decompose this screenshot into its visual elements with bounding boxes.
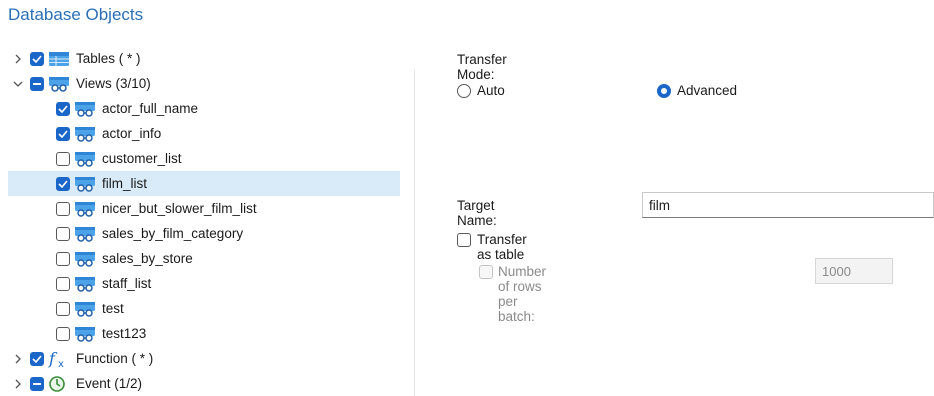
view-icon xyxy=(74,300,96,318)
target-name-input[interactable] xyxy=(642,192,934,218)
tree-node-views[interactable]: Views (3/10) xyxy=(12,71,392,96)
view-icon xyxy=(74,225,96,243)
view-icon xyxy=(74,325,96,343)
transfer-as-table-label[interactable]: Transfer as table xyxy=(477,232,527,262)
tree-node-event[interactable]: Event (1/2) xyxy=(12,371,392,396)
views-checkbox[interactable] xyxy=(30,76,44,91)
view-checkbox[interactable] xyxy=(56,101,70,116)
rows-per-batch-input[interactable] xyxy=(815,258,893,284)
view-checkbox[interactable] xyxy=(56,151,70,166)
view-checkbox[interactable] xyxy=(56,326,70,341)
target-name-label: Target Name: xyxy=(457,198,497,228)
view-item[interactable]: staff_list xyxy=(56,271,392,296)
view-item-label: film_list xyxy=(102,176,148,191)
tables-checkbox[interactable] xyxy=(30,51,44,66)
view-icon xyxy=(74,250,96,268)
view-icon xyxy=(74,175,96,193)
rows-per-batch-checkbox[interactable] xyxy=(479,265,493,279)
view-icon xyxy=(74,125,96,143)
advanced-radio-label[interactable]: Advanced xyxy=(677,83,737,98)
tree-node-label: Function ( * ) xyxy=(76,351,154,366)
view-item[interactable]: actor_full_name xyxy=(56,96,392,121)
view-icon xyxy=(74,200,96,218)
view-item[interactable]: sales_by_store xyxy=(56,246,392,271)
event-checkbox[interactable] xyxy=(30,376,44,391)
tree-node-tables[interactable]: Tables ( * ) xyxy=(12,46,392,71)
view-icon xyxy=(74,275,96,293)
chevron-right-icon[interactable] xyxy=(12,378,24,390)
auto-radio-label[interactable]: Auto xyxy=(477,83,505,98)
tree-node-function[interactable]: f x Function ( * ) xyxy=(12,346,392,371)
view-item-label: actor_info xyxy=(102,126,162,141)
tree-node-label: Views (3/10) xyxy=(76,76,151,91)
view-item[interactable]: nicer_but_slower_film_list xyxy=(56,196,392,221)
view-checkbox[interactable] xyxy=(56,276,70,291)
clock-icon xyxy=(48,375,70,393)
section-title: Database Objects xyxy=(8,5,144,24)
tree-node-label: Tables ( * ) xyxy=(76,51,141,66)
view-item-label: staff_list xyxy=(102,276,152,291)
auto-radio[interactable] xyxy=(457,84,471,98)
view-item[interactable]: actor_info xyxy=(56,121,392,146)
view-item[interactable]: test123 xyxy=(56,321,392,346)
view-item-label: nicer_but_slower_film_list xyxy=(102,201,257,216)
function-fx-icon: f x xyxy=(48,349,70,370)
view-item[interactable]: sales_by_film_category xyxy=(56,221,392,246)
view-item[interactable]: customer_list xyxy=(56,146,392,171)
view-icon xyxy=(74,150,96,168)
view-item-label: sales_by_store xyxy=(102,251,193,266)
view-item-selected[interactable]: film_list xyxy=(8,171,400,196)
view-icon xyxy=(48,75,70,93)
view-checkbox[interactable] xyxy=(56,126,70,141)
tree-node-label: Event (1/2) xyxy=(76,376,143,391)
transfer-as-table-checkbox[interactable] xyxy=(457,233,471,247)
chevron-right-icon[interactable] xyxy=(12,353,24,365)
chevron-right-icon[interactable] xyxy=(12,53,24,65)
view-item-label: actor_full_name xyxy=(102,101,199,116)
rows-per-batch-label: Number of rows per batch: xyxy=(498,264,547,324)
transfer-mode-label: Transfer Mode: xyxy=(457,52,507,82)
view-icon xyxy=(74,100,96,118)
advanced-radio[interactable] xyxy=(657,84,671,98)
view-checkbox[interactable] xyxy=(56,301,70,316)
panel-divider xyxy=(414,70,415,396)
view-item-label: test xyxy=(102,301,124,316)
table-icon xyxy=(48,50,70,68)
view-checkbox[interactable] xyxy=(56,176,70,191)
svg-text:f: f xyxy=(48,350,58,368)
view-checkbox[interactable] xyxy=(56,251,70,266)
chevron-down-icon[interactable] xyxy=(12,78,24,90)
view-checkbox[interactable] xyxy=(56,226,70,241)
view-item[interactable]: test xyxy=(56,296,392,321)
view-item-label: customer_list xyxy=(102,151,182,166)
view-checkbox[interactable] xyxy=(56,201,70,216)
view-item-label: sales_by_film_category xyxy=(102,226,244,241)
function-checkbox[interactable] xyxy=(30,351,44,366)
svg-text:x: x xyxy=(58,359,64,368)
view-item-label: test123 xyxy=(102,326,147,341)
